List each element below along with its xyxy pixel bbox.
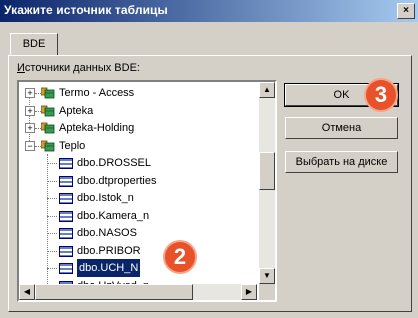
cancel-button[interactable]: Отмена xyxy=(285,117,398,139)
database-icon xyxy=(40,105,55,117)
tree-connector xyxy=(47,233,57,234)
tree-connector xyxy=(47,268,57,269)
table-icon xyxy=(59,228,73,239)
tree-table-node[interactable]: dbo.Istok_n xyxy=(19,189,255,207)
tree-table-node[interactable]: dbo.NASOS xyxy=(19,224,255,242)
scroll-left-icon[interactable]: ◀ xyxy=(19,284,35,300)
tab-bde[interactable]: BDE xyxy=(10,33,58,55)
tree-table-label: dbo.UzVvod_n xyxy=(77,277,149,285)
collapse-icon[interactable]: − xyxy=(25,140,35,151)
expand-icon[interactable]: + xyxy=(25,123,35,133)
tree-table-label: dbo.Istok_n xyxy=(77,192,134,204)
tree-database-node[interactable]: − Teplo xyxy=(19,137,255,155)
title-bar: Укажите источник таблицы × xyxy=(0,0,418,22)
vertical-scroll-thumb[interactable] xyxy=(259,152,275,190)
tree-table-node[interactable]: dbo.Kamera_n xyxy=(19,207,255,225)
expand-icon[interactable]: + xyxy=(25,105,35,116)
tree-database-label: Apteka-Holding xyxy=(59,122,135,134)
tree-table-label: dbo.Kamera_n xyxy=(77,209,150,222)
tree-database-node[interactable]: + Apteka-Holding xyxy=(19,119,255,137)
close-button[interactable]: × xyxy=(397,3,415,19)
tree-table-label: dbo.NASOS xyxy=(77,227,137,239)
table-icon xyxy=(59,245,73,257)
database-icon xyxy=(40,122,55,134)
tree-connector xyxy=(47,180,57,182)
tree-connector xyxy=(47,198,57,199)
table-icon xyxy=(59,263,73,274)
window-title: Укажите источник таблицы xyxy=(4,3,168,17)
tree-table-node[interactable]: dbo.UCH_N xyxy=(19,259,255,277)
tree-table-label: dbo.PRIBOR xyxy=(77,244,141,257)
tree-table-label: dbo.DROSSEL xyxy=(77,157,151,169)
horizontal-scroll-thumb[interactable] xyxy=(35,284,193,300)
section-label-accelerator: И xyxy=(17,62,25,74)
scroll-corner xyxy=(259,284,275,300)
section-label: Источники данных BDE: xyxy=(17,62,140,74)
tree-table-node[interactable]: dbo.dtproperties xyxy=(19,172,255,190)
expand-icon[interactable]: + xyxy=(25,88,35,98)
tree-table-label: dbo.dtproperties xyxy=(77,174,157,187)
tree-database-label: Apteka xyxy=(59,104,94,117)
annotation-badge-3: 3 xyxy=(366,80,396,110)
tree-table-node[interactable]: dbo.DROSSEL xyxy=(19,154,255,172)
table-icon xyxy=(59,210,73,222)
scroll-down-icon[interactable]: ▼ xyxy=(259,268,275,284)
tree-connector xyxy=(47,215,57,217)
scroll-up-icon[interactable]: ▲ xyxy=(259,82,275,98)
tree-database-label: Termo - Access xyxy=(59,87,135,99)
tree-database-label: Teplo xyxy=(59,139,86,152)
tree-connector xyxy=(47,163,57,164)
table-icon xyxy=(59,193,73,204)
database-icon xyxy=(40,87,55,99)
tree-database-node[interactable]: + Apteka xyxy=(19,102,255,120)
annotation-badge-2: 2 xyxy=(165,242,195,272)
tree-database-node[interactable]: + Termo - Access xyxy=(19,84,255,102)
horizontal-scrollbar[interactable]: ◀ ▶ xyxy=(19,284,257,300)
choose-from-disk-button[interactable]: Выбрать на диске xyxy=(285,151,398,173)
selected-table-label: dbo.UCH_N xyxy=(77,259,141,277)
tree-connector xyxy=(47,250,57,252)
vertical-scrollbar[interactable]: ▲ ▼ xyxy=(259,82,275,284)
tree-table-node[interactable]: dbo.PRIBOR xyxy=(19,242,255,260)
scroll-right-icon[interactable]: ▶ xyxy=(241,284,257,300)
tree-table-node[interactable]: dbo.UzVvod_n xyxy=(19,277,255,285)
database-icon xyxy=(40,140,55,152)
table-icon xyxy=(59,158,73,169)
section-label-text: сточники данных BDE: xyxy=(24,62,140,74)
data-source-tree[interactable]: + Termo - Access + Apteka + Apteka-Holding − Te… xyxy=(17,80,277,302)
table-icon xyxy=(59,175,73,187)
tree-content: + Termo - Access + Apteka + Apteka-Holding − Te… xyxy=(19,82,257,284)
